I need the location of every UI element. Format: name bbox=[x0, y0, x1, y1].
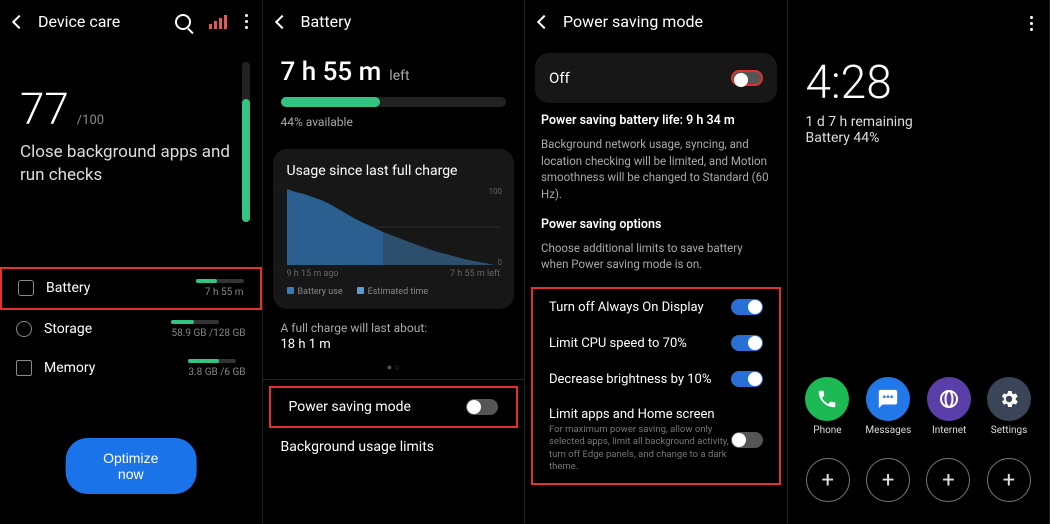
score-value: 77 bbox=[20, 83, 69, 135]
search-icon[interactable] bbox=[175, 14, 191, 30]
score-max: /100 bbox=[77, 113, 104, 128]
internet-icon bbox=[927, 377, 971, 421]
score-bar bbox=[242, 62, 250, 222]
usage-title: Usage since last full charge bbox=[287, 163, 501, 179]
add-app-row: + + + + bbox=[788, 458, 1050, 502]
opt-limit-apps[interactable]: Limit apps and Home screen For maximum p… bbox=[533, 397, 779, 483]
header: Battery bbox=[263, 0, 525, 43]
toggle-limit-apps[interactable] bbox=[731, 432, 763, 448]
battery-percent: Battery 44% bbox=[788, 130, 1050, 146]
optimize-button[interactable]: Optimize now bbox=[65, 438, 196, 494]
usage-card[interactable]: Usage since last full charge 100 0 9 h 1… bbox=[273, 149, 515, 309]
toggle-aod[interactable] bbox=[731, 299, 763, 315]
score-description: Close background apps and run checks bbox=[20, 141, 242, 187]
chart-right-label: 7 h 55 m left bbox=[450, 269, 500, 279]
psm-master-row[interactable]: Off bbox=[535, 53, 777, 103]
signal-icon bbox=[209, 15, 227, 29]
clock: 4:28 bbox=[788, 0, 1050, 114]
device-care-screen: Device care 77 /100 Close background app… bbox=[0, 0, 263, 524]
back-icon[interactable] bbox=[12, 14, 26, 28]
gear-icon bbox=[987, 377, 1031, 421]
full-charge-value: 18 h 1 m bbox=[281, 337, 507, 352]
storage-icon bbox=[16, 321, 32, 337]
page-dots: ● ○ bbox=[263, 362, 525, 373]
battery-bar bbox=[281, 97, 507, 107]
header: Power saving mode bbox=[525, 0, 787, 43]
phone-app[interactable]: Phone bbox=[805, 377, 849, 436]
internet-app[interactable]: Internet bbox=[927, 377, 971, 436]
more-icon[interactable] bbox=[1030, 16, 1033, 31]
chart-left-label: 9 h 15 m ago bbox=[287, 269, 339, 279]
psm-description: Background network usage, syncing, and l… bbox=[541, 136, 771, 203]
battery-available: 44% available bbox=[281, 115, 507, 129]
power-saving-mode-row[interactable]: Power saving mode bbox=[269, 386, 519, 428]
psm-master-toggle[interactable] bbox=[731, 70, 763, 86]
more-icon[interactable] bbox=[245, 14, 248, 29]
back-icon[interactable] bbox=[537, 14, 551, 28]
battery-screen: Battery 7 h 55 m left 44% available Usag… bbox=[263, 0, 526, 524]
psm-options-desc: Choose additional limits to save battery… bbox=[541, 240, 771, 273]
home-screen: 4:28 1 d 7 h remaining Battery 44% Phone… bbox=[788, 0, 1050, 524]
add-app-button[interactable]: + bbox=[806, 458, 850, 502]
add-app-button[interactable]: + bbox=[866, 458, 910, 502]
power-saving-mode-screen: Power saving mode Off Power saving batte… bbox=[525, 0, 788, 524]
opt-always-on-display[interactable]: Turn off Always On Display bbox=[533, 289, 779, 325]
toggle-brightness[interactable] bbox=[731, 371, 763, 387]
add-app-button[interactable]: + bbox=[987, 458, 1031, 502]
messages-app[interactable]: Messages bbox=[865, 377, 911, 436]
memory-icon bbox=[16, 360, 32, 376]
phone-icon bbox=[805, 377, 849, 421]
messages-icon bbox=[866, 377, 910, 421]
header: Device care bbox=[0, 0, 262, 43]
battery-icon bbox=[18, 280, 34, 296]
time-remaining: 1 d 7 h remaining bbox=[788, 114, 1050, 130]
settings-app[interactable]: Settings bbox=[987, 377, 1031, 436]
left-label: left bbox=[389, 68, 409, 84]
psm-options-title: Power saving options bbox=[541, 217, 771, 232]
usage-chart: 100 0 bbox=[287, 189, 501, 265]
opt-decrease-brightness[interactable]: Decrease brightness by 10% bbox=[533, 361, 779, 397]
back-icon[interactable] bbox=[274, 14, 288, 28]
psm-life: Power saving battery life: 9 h 34 m bbox=[541, 113, 771, 128]
psm-toggle[interactable] bbox=[466, 399, 498, 415]
page-title: Battery bbox=[301, 12, 352, 31]
battery-item[interactable]: Battery 7 h 55 m bbox=[0, 267, 262, 310]
add-app-button[interactable]: + bbox=[926, 458, 970, 502]
page-title: Power saving mode bbox=[563, 12, 703, 31]
app-dock: Phone Messages Internet Settings bbox=[788, 377, 1050, 436]
toggle-cpu[interactable] bbox=[731, 335, 763, 351]
score-block: 77 /100 Close background apps and run ch… bbox=[0, 43, 262, 187]
opt-limit-cpu[interactable]: Limit CPU speed to 70% bbox=[533, 325, 779, 361]
memory-item[interactable]: Memory 3.8 GB /6 GB bbox=[0, 349, 262, 388]
full-charge-label: A full charge will last about: bbox=[281, 321, 507, 335]
background-usage-limits-row[interactable]: Background usage limits bbox=[263, 428, 525, 466]
page-title: Device care bbox=[38, 12, 120, 31]
time-remaining: 7 h 55 m bbox=[281, 57, 382, 87]
storage-item[interactable]: Storage 58.9 GB /128 GB bbox=[0, 310, 262, 349]
category-list: Battery 7 h 55 m Storage 58.9 GB /128 GB… bbox=[0, 267, 262, 388]
